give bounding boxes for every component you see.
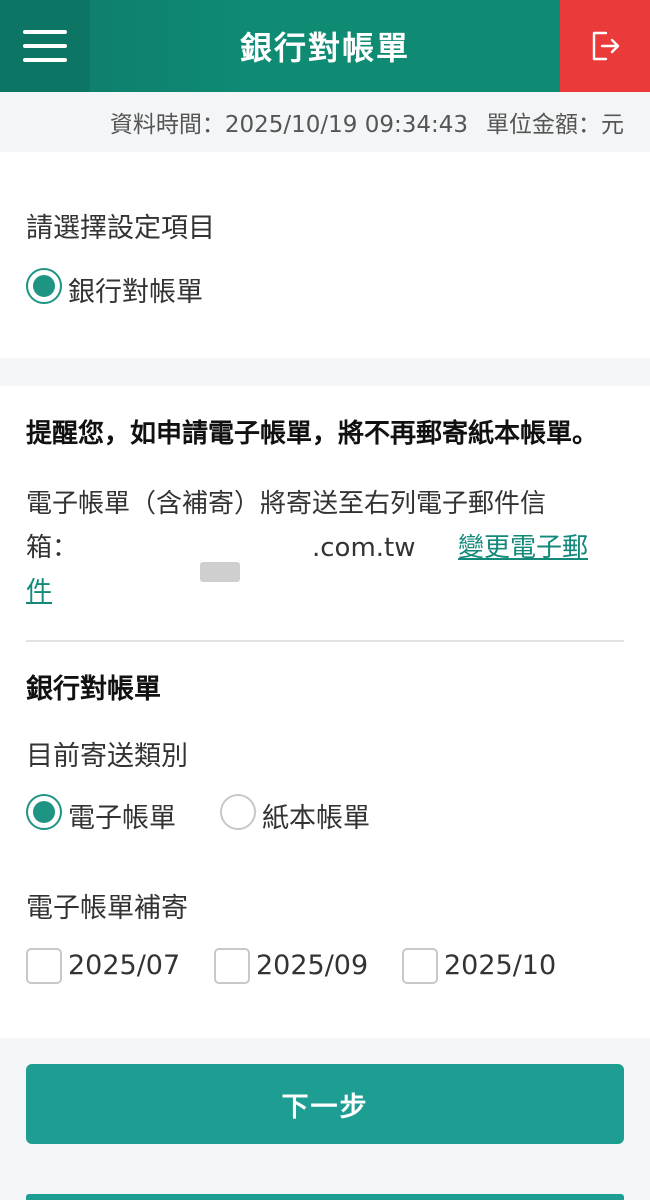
month-1-label: 2025/07	[68, 950, 181, 981]
radio-paper-label: 紙本帳單	[262, 803, 370, 834]
bottom-button-edge	[26, 1194, 624, 1200]
setting-option-label: 銀行對帳單	[68, 277, 203, 308]
resend-label: 電子帳單補寄	[26, 893, 188, 924]
radio-electronic[interactable]	[26, 794, 62, 830]
menu-icon-bar	[23, 44, 67, 48]
unit-label: 單位金額：元	[486, 112, 624, 138]
notice-line1: 電子帳單（含補寄）將寄送至右列電子郵件信	[26, 489, 547, 519]
setting-label: 請選擇設定項目	[26, 213, 215, 244]
setting-radio[interactable]	[26, 268, 62, 304]
logout-button[interactable]	[560, 0, 650, 92]
checkbox-month-2[interactable]	[214, 948, 250, 984]
logout-icon	[592, 31, 620, 61]
redacted-email	[200, 562, 240, 582]
month-3-label: 2025/10	[444, 950, 557, 981]
month-2-label: 2025/09	[256, 950, 369, 981]
checkbox-month-3[interactable]	[402, 948, 438, 984]
checkbox-month-1[interactable]	[26, 948, 62, 984]
notice-line2-prefix: 箱：	[26, 533, 79, 563]
menu-button[interactable]	[0, 0, 90, 92]
setting-card: 請選擇設定項目 銀行對帳單	[0, 152, 650, 358]
page-title: 銀行對帳單	[239, 29, 410, 67]
next-button[interactable]: 下一步	[26, 1064, 624, 1144]
data-time: 資料時間：2025/10/19 09:34:43	[109, 112, 468, 138]
delivery-label: 目前寄送類別	[26, 741, 188, 772]
radio-paper[interactable]	[220, 794, 256, 830]
email-suffix: .com.tw	[312, 533, 416, 563]
divider	[26, 640, 624, 642]
menu-icon-bar	[23, 58, 67, 62]
statement-card: 提醒您，如申請電子帳單，將不再郵寄紙本帳單。 電子帳單（含補寄）將寄送至右列電子…	[0, 386, 650, 1038]
radio-electronic-label: 電子帳單	[68, 803, 176, 834]
menu-icon-bar	[23, 30, 67, 34]
change-email-link-cont[interactable]: 件	[26, 570, 52, 614]
notice-text: 提醒您，如申請電子帳單，將不再郵寄紙本帳單。	[26, 419, 599, 449]
info-bar: 資料時間：2025/10/19 09:34:43 單位金額：元	[0, 92, 650, 152]
statement-title: 銀行對帳單	[26, 674, 161, 705]
app-header: 銀行對帳單	[0, 0, 650, 92]
change-email-link[interactable]: 變更電子郵	[458, 526, 588, 570]
